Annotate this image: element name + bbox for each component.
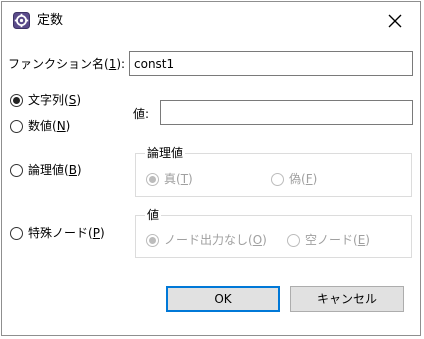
false-label-suffix: ) xyxy=(312,172,318,186)
radio-dot-selected xyxy=(10,93,23,107)
false-label-prefix: 偽( xyxy=(289,172,306,186)
radio-dot xyxy=(287,233,300,247)
number-type-suffix: ) xyxy=(65,119,71,133)
constant-gear-icon xyxy=(13,12,30,29)
empty-node-prefix: 空ノード( xyxy=(305,233,358,247)
special-node-type-radio[interactable]: 特殊ノード(P) xyxy=(10,225,105,241)
value-label: 値: xyxy=(133,107,150,121)
constant-dialog: 定数 ファンクション名(1): 文字列(S) 数値(N) 論理値(B) 特殊ノー… xyxy=(1,1,421,336)
empty-node-suffix: ) xyxy=(365,233,370,247)
function-name-label: ファンクション名(1): xyxy=(8,56,125,72)
function-name-label-prefix: ファンクション名( xyxy=(8,57,109,71)
boolean-type-prefix: 論理値( xyxy=(28,163,69,177)
number-type-prefix: 数値( xyxy=(28,119,57,133)
string-type-prefix: 文字列( xyxy=(28,93,69,107)
no-node-output-suffix: ) xyxy=(262,233,267,247)
empty-node-label: 空ノード(E) xyxy=(305,232,370,248)
radio-dot xyxy=(10,119,23,133)
radio-dot-selected xyxy=(146,233,159,247)
true-radio[interactable]: 真(T) xyxy=(146,171,193,187)
ok-button[interactable]: OK xyxy=(166,286,280,312)
special-node-type-mnemonic: P xyxy=(92,226,100,240)
value-group-title: 値 xyxy=(145,207,162,223)
boolean-type-label: 論理値(B) xyxy=(28,162,82,178)
true-label-suffix: ) xyxy=(188,172,193,186)
function-name-input[interactable] xyxy=(129,51,413,76)
number-type-label: 数値(N) xyxy=(28,118,70,134)
radio-dot xyxy=(271,172,284,186)
dialog-title: 定数 xyxy=(37,13,64,28)
close-icon[interactable] xyxy=(384,10,406,32)
boolean-type-suffix: ) xyxy=(76,163,82,177)
radio-dot-selected xyxy=(146,172,159,186)
true-label-prefix: 真( xyxy=(164,172,181,186)
false-radio[interactable]: 偽(F) xyxy=(271,171,317,187)
special-node-type-label: 特殊ノード(P) xyxy=(28,225,105,241)
string-type-radio[interactable]: 文字列(S) xyxy=(10,92,81,108)
number-type-radio[interactable]: 数値(N) xyxy=(10,118,70,134)
no-node-output-label: ノード出力なし(O) xyxy=(164,232,267,248)
string-type-suffix: ) xyxy=(76,93,81,107)
function-name-label-suffix: ): xyxy=(116,57,126,71)
boolean-type-radio[interactable]: 論理値(B) xyxy=(10,162,82,178)
special-node-type-prefix: 特殊ノード( xyxy=(28,226,93,240)
no-node-output-mnemonic: O xyxy=(252,233,263,247)
no-node-output-prefix: ノード出力なし( xyxy=(164,233,253,247)
string-type-label: 文字列(S) xyxy=(28,92,81,108)
true-label: 真(T) xyxy=(164,171,193,187)
true-label-mnemonic: T xyxy=(180,172,189,186)
title-bar: 定数 xyxy=(2,2,420,40)
special-node-type-suffix: ) xyxy=(99,226,105,240)
empty-node-radio[interactable]: 空ノード(E) xyxy=(287,232,370,248)
radio-dot xyxy=(10,163,23,177)
radio-dot xyxy=(10,226,23,240)
boolean-type-mnemonic: B xyxy=(68,163,77,177)
no-node-output-radio[interactable]: ノード出力なし(O) xyxy=(146,232,267,248)
cancel-button[interactable]: キャンセル xyxy=(290,286,404,312)
value-input[interactable] xyxy=(160,100,413,125)
boolean-group-title: 論理値 xyxy=(145,145,186,161)
false-label-mnemonic: F xyxy=(305,172,313,186)
false-label: 偽(F) xyxy=(289,171,317,187)
number-type-mnemonic: N xyxy=(56,119,66,133)
